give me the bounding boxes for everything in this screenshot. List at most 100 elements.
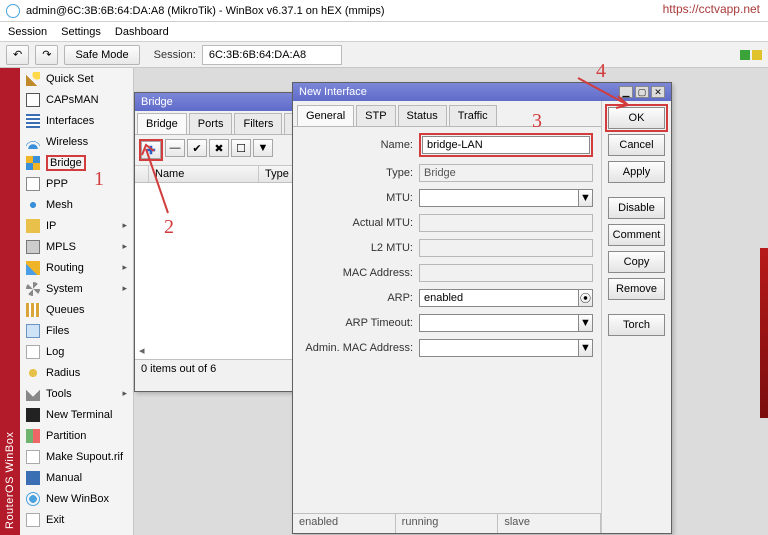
sidebar-item-log[interactable]: Log <box>20 341 133 362</box>
sidebar-item-capsman[interactable]: CAPsMAN <box>20 89 133 110</box>
type-value: Bridge <box>419 164 593 182</box>
tab-filters[interactable]: Filters <box>234 113 282 134</box>
arp-timeout-input[interactable] <box>419 314 579 332</box>
mtu-input[interactable] <box>419 189 579 207</box>
arp-select[interactable]: enabled <box>419 289 579 307</box>
sidebar-item-label: Exit <box>46 514 64 526</box>
sidebar-item-new-terminal[interactable]: New Terminal <box>20 404 133 425</box>
sidebar-item-bridge[interactable]: Bridge <box>20 152 133 173</box>
undo-button[interactable]: ↶ <box>6 45 29 65</box>
remove-button-ni[interactable]: Remove <box>608 278 665 300</box>
sidebar-item-label: Radius <box>46 367 80 379</box>
sidebar-item-interfaces[interactable]: Interfaces <box>20 110 133 131</box>
chevron-right-icon: ▸ <box>122 262 127 273</box>
decorative-strip <box>760 248 768 418</box>
admin-mac-label: Admin. MAC Address: <box>301 342 419 354</box>
arp-timeout-label: ARP Timeout: <box>301 317 419 329</box>
wand-icon <box>26 72 40 86</box>
admin-mac-input[interactable] <box>419 339 579 357</box>
remove-button[interactable]: — <box>165 139 185 157</box>
sidebar-item-wireless[interactable]: Wireless <box>20 131 133 152</box>
filter-button[interactable]: ▼ <box>253 139 273 157</box>
sidebar-item-mesh[interactable]: Mesh <box>20 194 133 215</box>
menu-dashboard[interactable]: Dashboard <box>115 26 169 38</box>
sidebar-item-label: New WinBox <box>46 493 109 505</box>
tab-stp[interactable]: STP <box>356 105 395 126</box>
mtu-dropdown-icon[interactable]: ▼ <box>579 189 593 207</box>
sidebar-item-radius[interactable]: Radius <box>20 362 133 383</box>
term-icon <box>26 408 40 422</box>
sidebar-item-queues[interactable]: Queues <box>20 299 133 320</box>
copy-button[interactable]: Copy <box>608 251 665 273</box>
sidebar-item-make-supout-rif[interactable]: Make Supout.rif <box>20 446 133 467</box>
sidebar-item-label: CAPsMAN <box>46 94 99 106</box>
sidebar-item-label: System <box>46 283 83 295</box>
minimize-icon[interactable]: ▁ <box>619 86 633 98</box>
sup-icon <box>26 450 40 464</box>
menu-settings[interactable]: Settings <box>61 26 101 38</box>
part-icon <box>26 429 40 443</box>
cancel-button[interactable]: Cancel <box>608 134 665 156</box>
redo-button[interactable]: ↷ <box>35 45 58 65</box>
mtu-label: MTU: <box>301 192 419 204</box>
torch-button[interactable]: Torch <box>608 314 665 336</box>
tab-general[interactable]: General <box>297 105 354 126</box>
sidebar-item-label: Tools <box>46 388 72 400</box>
sidebar-item-label: Files <box>46 325 69 337</box>
name-input[interactable]: bridge-LAN <box>422 136 590 154</box>
arp-timeout-dropdown-icon[interactable]: ▼ <box>579 314 593 332</box>
comment-button-ni[interactable]: Comment <box>608 224 665 246</box>
sidebar-item-routing[interactable]: Routing▸ <box>20 257 133 278</box>
watermark-url: https://cctvapp.net <box>663 2 760 16</box>
status-enabled: enabled <box>293 514 396 533</box>
col-name[interactable]: Name <box>149 166 259 182</box>
new-interface-window: New Interface ▁ ▢ ✕ General STP Status T… <box>292 82 672 534</box>
safe-mode-button[interactable]: Safe Mode <box>64 45 139 65</box>
menu-session[interactable]: Session <box>8 26 47 38</box>
arp-dropdown-icon[interactable]: ⦿ <box>579 289 593 307</box>
sidebar-item-partition[interactable]: Partition <box>20 425 133 446</box>
mac-value <box>419 264 593 282</box>
maximize-icon[interactable]: ▢ <box>635 86 649 98</box>
sidebar-item-quick-set[interactable]: Quick Set <box>20 68 133 89</box>
sidebar-item-label: Partition <box>46 430 86 442</box>
sidebar-item-files[interactable]: Files <box>20 320 133 341</box>
tab-bridge[interactable]: Bridge <box>137 113 187 134</box>
sidebar-item-label: Mesh <box>46 199 73 211</box>
sidebar-item-exit[interactable]: Exit <box>20 509 133 530</box>
new-interface-tabs: General STP Status Traffic <box>293 101 601 127</box>
enable-button[interactable]: ✔ <box>187 139 207 157</box>
sidebar-item-system[interactable]: System▸ <box>20 278 133 299</box>
tab-ports[interactable]: Ports <box>189 113 233 134</box>
close-icon[interactable]: ✕ <box>651 86 665 98</box>
disable-button-ni[interactable]: Disable <box>608 197 665 219</box>
admin-mac-dropdown-icon[interactable]: ▼ <box>579 339 593 357</box>
arp-label: ARP: <box>301 292 419 304</box>
type-label: Type: <box>301 167 419 179</box>
sidebar-item-label: MPLS <box>46 241 76 253</box>
sidebar-item-new-winbox[interactable]: New WinBox <box>20 488 133 509</box>
l2mtu-value <box>419 239 593 257</box>
mdi-canvas: Bridge Bridge Ports Filters NAT Hosts ✚ … <box>134 68 768 535</box>
files-icon <box>26 324 40 338</box>
apply-button[interactable]: Apply <box>608 161 665 183</box>
sidebar-item-ip[interactable]: IP▸ <box>20 215 133 236</box>
sidebar-item-tools[interactable]: Tools▸ <box>20 383 133 404</box>
sidebar-item-mpls[interactable]: MPLS▸ <box>20 236 133 257</box>
new-interface-titlebar[interactable]: New Interface ▁ ▢ ✕ <box>293 83 671 101</box>
vertical-app-tab[interactable]: RouterOS WinBox <box>0 68 20 535</box>
sidebar-item-ppp[interactable]: PPP <box>20 173 133 194</box>
tools-icon <box>26 387 40 401</box>
tab-status[interactable]: Status <box>398 105 447 126</box>
status-dot-green <box>740 50 750 60</box>
scroll-left-icon[interactable]: ◂ <box>139 344 145 357</box>
add-button[interactable]: ✚ <box>141 141 161 159</box>
comment-button[interactable]: ☐ <box>231 139 251 157</box>
new-interface-statusbar: enabled running slave <box>293 513 601 533</box>
sidebar-item-manual[interactable]: Manual <box>20 467 133 488</box>
sidebar-item-label: Manual <box>46 472 82 484</box>
tab-traffic[interactable]: Traffic <box>449 105 497 126</box>
disable-button[interactable]: ✖ <box>209 139 229 157</box>
sidebar-item-label: IP <box>46 220 56 232</box>
ok-button[interactable]: OK <box>608 107 665 129</box>
